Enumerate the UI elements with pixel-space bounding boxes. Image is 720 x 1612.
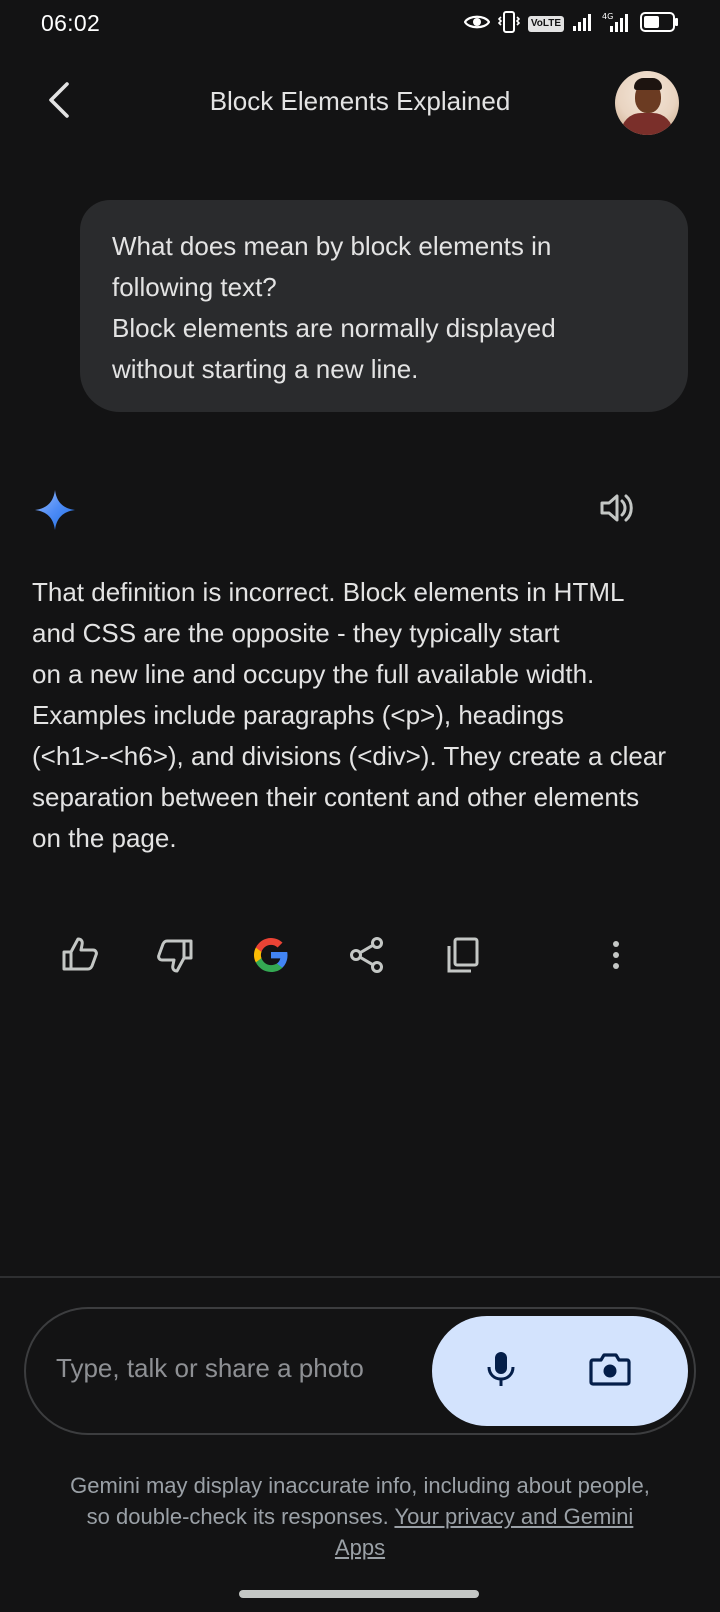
svg-text:4G: 4G bbox=[602, 12, 613, 21]
response-actions bbox=[0, 933, 720, 981]
google-icon bbox=[251, 935, 291, 980]
prompt-input-bar[interactable]: Type, talk or share a photo bbox=[24, 1307, 696, 1435]
disclaimer-line: so double-check its responses. Your priv… bbox=[20, 1501, 700, 1532]
thumbs-up-button[interactable] bbox=[56, 933, 104, 981]
status-icons: VoLTE 4G bbox=[463, 10, 680, 39]
user-message-line: What does mean by block elements in bbox=[112, 231, 552, 261]
disclaimer-line: Gemini may display inaccurate info, incl… bbox=[70, 1473, 650, 1498]
response-line: on a new line and occupy the full availa… bbox=[32, 659, 595, 689]
thumbs-down-icon bbox=[155, 935, 195, 980]
mic-icon bbox=[483, 1349, 519, 1394]
4g-signal-icon: 4G bbox=[602, 11, 632, 38]
more-vert-icon bbox=[610, 939, 622, 976]
copy-button[interactable] bbox=[439, 933, 487, 981]
response-text: That definition is incorrect. Block elem… bbox=[32, 572, 712, 859]
response-line: Examples include paragraphs (<p>), headi… bbox=[32, 700, 564, 730]
avatar[interactable] bbox=[615, 71, 679, 135]
back-button[interactable] bbox=[32, 76, 84, 128]
chevron-left-icon bbox=[43, 80, 73, 125]
camera-icon bbox=[589, 1350, 631, 1393]
status-time: 06:02 bbox=[41, 10, 101, 36]
read-aloud-button[interactable] bbox=[592, 486, 640, 534]
privacy-link[interactable]: Your privacy and Gemini bbox=[394, 1504, 633, 1529]
home-indicator[interactable] bbox=[239, 1590, 479, 1598]
mic-button[interactable] bbox=[477, 1347, 525, 1395]
gemini-sparkle-icon bbox=[33, 488, 77, 532]
share-icon bbox=[347, 935, 387, 980]
user-message-line: Block elements are normally displayed bbox=[112, 313, 556, 343]
user-message-line: following text? bbox=[112, 272, 277, 302]
disclaimer-line: Apps bbox=[20, 1532, 700, 1563]
more-options-button[interactable] bbox=[592, 933, 640, 981]
disclaimer-text: so double-check its responses. bbox=[86, 1504, 389, 1529]
signal-icon bbox=[572, 12, 594, 37]
response-line: separation between their content and oth… bbox=[32, 782, 640, 812]
response-line: and CSS are the opposite - they typicall… bbox=[32, 618, 560, 648]
response-line: That definition is incorrect. Block elem… bbox=[32, 577, 625, 607]
volte-badge: VoLTE bbox=[527, 16, 564, 32]
avatar-hair bbox=[634, 78, 662, 90]
status-bar: 06:02 VoLTE 4G bbox=[0, 0, 720, 48]
user-message-line: without starting a new line. bbox=[112, 354, 419, 384]
user-message-bubble: What does mean by block elements in foll… bbox=[80, 200, 688, 412]
app-header: Block Elements Explained bbox=[0, 62, 720, 142]
response-line: (<h1>-<h6>), and divisions (<div>). They… bbox=[32, 741, 666, 771]
eye-icon bbox=[463, 13, 491, 36]
disclaimer: Gemini may display inaccurate info, incl… bbox=[20, 1470, 700, 1563]
thumbs-up-icon bbox=[60, 935, 100, 980]
response-line: on the page. bbox=[32, 823, 177, 853]
vibrate-icon bbox=[497, 10, 520, 39]
speaker-icon bbox=[596, 488, 636, 533]
prompt-input[interactable]: Type, talk or share a photo bbox=[56, 1353, 364, 1384]
divider bbox=[0, 1276, 720, 1278]
page-title: Block Elements Explained bbox=[209, 86, 511, 116]
input-actions-pill bbox=[432, 1316, 688, 1426]
camera-button[interactable] bbox=[586, 1347, 634, 1395]
battery-icon bbox=[640, 11, 680, 38]
share-button[interactable] bbox=[343, 933, 391, 981]
privacy-link-continued[interactable]: Apps bbox=[335, 1535, 385, 1560]
avatar-shirt bbox=[621, 113, 673, 135]
google-check-button[interactable] bbox=[247, 933, 295, 981]
copy-icon bbox=[443, 935, 483, 980]
thumbs-down-button[interactable] bbox=[151, 933, 199, 981]
